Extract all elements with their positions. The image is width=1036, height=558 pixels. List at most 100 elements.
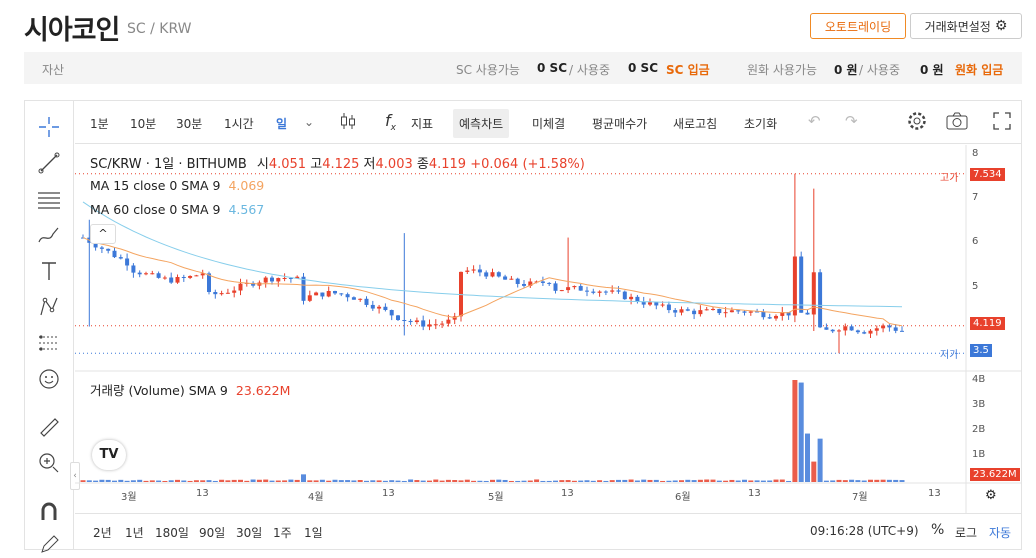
- sc-in-use-value: 0 SC: [628, 61, 658, 75]
- zoom-in-icon[interactable]: [36, 450, 62, 476]
- candle-body: [150, 273, 155, 275]
- range-90d[interactable]: 90일: [199, 524, 225, 541]
- asset-bar: 자산 SC 사용가능 0 SC / 사용중 0 SC SC 입금 원화 사용가능…: [24, 52, 1022, 84]
- volume-bar: [414, 480, 420, 482]
- candle-body: [377, 306, 382, 309]
- crosshair-icon[interactable]: [36, 114, 62, 140]
- volume-bar: [445, 479, 451, 482]
- candlestick-type-icon[interactable]: [339, 111, 357, 134]
- horizontal-lines-icon[interactable]: [36, 186, 62, 212]
- pair-subtitle: SC / KRW: [127, 21, 192, 37]
- tradingview-logo-icon[interactable]: TV: [92, 440, 126, 470]
- indicator-button[interactable]: 지표: [411, 115, 433, 132]
- sc-in-use-label: / 사용중: [569, 63, 610, 77]
- range-1d[interactable]: 1일: [304, 524, 323, 541]
- candle-body: [742, 311, 747, 313]
- scale-settings-icon[interactable]: ⚙: [985, 488, 997, 503]
- pencil-icon[interactable]: [36, 530, 62, 556]
- legend-collapse-button[interactable]: ^: [90, 224, 116, 244]
- time-tick: 4월: [308, 492, 324, 503]
- screen-settings-button[interactable]: 거래화면설정 ⚙: [910, 13, 1022, 39]
- last-price-tag: 4.119: [970, 317, 1005, 330]
- volume-bar: [345, 480, 351, 482]
- text-tool-icon[interactable]: [36, 258, 62, 284]
- unfilled-button[interactable]: 미체결: [532, 115, 565, 132]
- candle-body: [162, 277, 167, 279]
- close-value: 4.119: [428, 157, 467, 172]
- reset-button[interactable]: 초기화: [744, 115, 777, 132]
- candle-body: [238, 283, 243, 291]
- candle-body: [673, 310, 678, 313]
- emoji-icon[interactable]: [36, 366, 62, 392]
- candle-body: [648, 302, 652, 305]
- undo-icon[interactable]: ↶: [808, 112, 821, 130]
- volume-bar: [156, 480, 162, 482]
- candle-body: [402, 320, 407, 322]
- ma60-value: 4.567: [228, 202, 265, 217]
- volume-bar: [250, 479, 256, 482]
- interval-1m[interactable]: 1분: [90, 115, 109, 132]
- volume-tick: 3B: [972, 399, 986, 410]
- magnet-icon[interactable]: [36, 498, 62, 524]
- range-1w[interactable]: 1주: [273, 524, 292, 541]
- price-tick: 7: [972, 192, 979, 203]
- volume-bar: [137, 479, 143, 482]
- volume-bar: [219, 479, 225, 482]
- candle-body: [540, 281, 545, 283]
- candle-body: [559, 290, 564, 292]
- percent-toggle[interactable]: %: [931, 522, 944, 538]
- candle-body: [471, 269, 476, 271]
- price-chart[interactable]: [75, 145, 1022, 513]
- volume-bar: [238, 479, 243, 482]
- volume-bar: [452, 480, 458, 482]
- volume-bar: [338, 480, 344, 482]
- high-marker-label: 고가: [940, 173, 959, 184]
- volume-bar: [225, 480, 231, 482]
- fullscreen-icon[interactable]: [993, 112, 1011, 133]
- candle-body: [824, 327, 829, 330]
- range-180d[interactable]: 180일: [155, 524, 189, 541]
- interval-10m[interactable]: 10분: [130, 115, 156, 132]
- log-toggle[interactable]: 로그: [955, 524, 977, 541]
- low-value: 4.003: [375, 157, 413, 172]
- volume-bar: [666, 480, 672, 482]
- interval-30m[interactable]: 30분: [176, 115, 202, 132]
- ruler-icon[interactable]: [36, 414, 62, 440]
- candle-body: [213, 291, 218, 295]
- avg-price-button[interactable]: 평균매수가: [592, 115, 647, 132]
- candle-body: [805, 312, 810, 315]
- volume-bar: [861, 480, 867, 482]
- predict-chart-button[interactable]: 예측차트: [453, 109, 510, 138]
- volume-bar: [609, 480, 615, 482]
- auto-toggle[interactable]: 자동: [989, 524, 1011, 541]
- trend-line-icon[interactable]: [36, 150, 62, 176]
- candle-body: [181, 276, 186, 278]
- interval-1h[interactable]: 1시간: [224, 115, 254, 132]
- range-1y[interactable]: 1년: [125, 524, 144, 541]
- krw-deposit-link[interactable]: 원화 입금: [955, 61, 1003, 78]
- candle-body: [767, 317, 772, 319]
- settings-icon[interactable]: [907, 111, 927, 134]
- volume-bar: [408, 479, 414, 482]
- volume-bar: [263, 479, 269, 482]
- volume-tick: 4B: [972, 374, 986, 385]
- range-30d[interactable]: 30일: [236, 524, 262, 541]
- candle-body: [729, 310, 734, 313]
- refresh-button[interactable]: 새로고침: [673, 115, 717, 132]
- function-icon[interactable]: fx: [385, 111, 396, 133]
- range-2y[interactable]: 2년: [93, 524, 112, 541]
- candle-body: [225, 292, 230, 294]
- camera-icon[interactable]: [946, 112, 968, 133]
- auto-trading-button[interactable]: 오토트레이딩: [810, 13, 906, 39]
- projection-icon[interactable]: [36, 330, 62, 356]
- pattern-icon[interactable]: [36, 294, 62, 320]
- volume-last-tag: 23.622M: [970, 468, 1020, 481]
- sc-deposit-link[interactable]: SC 입금: [666, 61, 710, 78]
- brush-icon[interactable]: [36, 222, 62, 248]
- chevron-down-icon[interactable]: ⌄: [304, 115, 314, 129]
- interval-1d[interactable]: 일: [276, 115, 287, 132]
- volume-bar: [508, 480, 514, 482]
- volume-bar: [256, 479, 262, 482]
- redo-icon[interactable]: ↷: [845, 112, 858, 130]
- volume-bar: [590, 480, 596, 482]
